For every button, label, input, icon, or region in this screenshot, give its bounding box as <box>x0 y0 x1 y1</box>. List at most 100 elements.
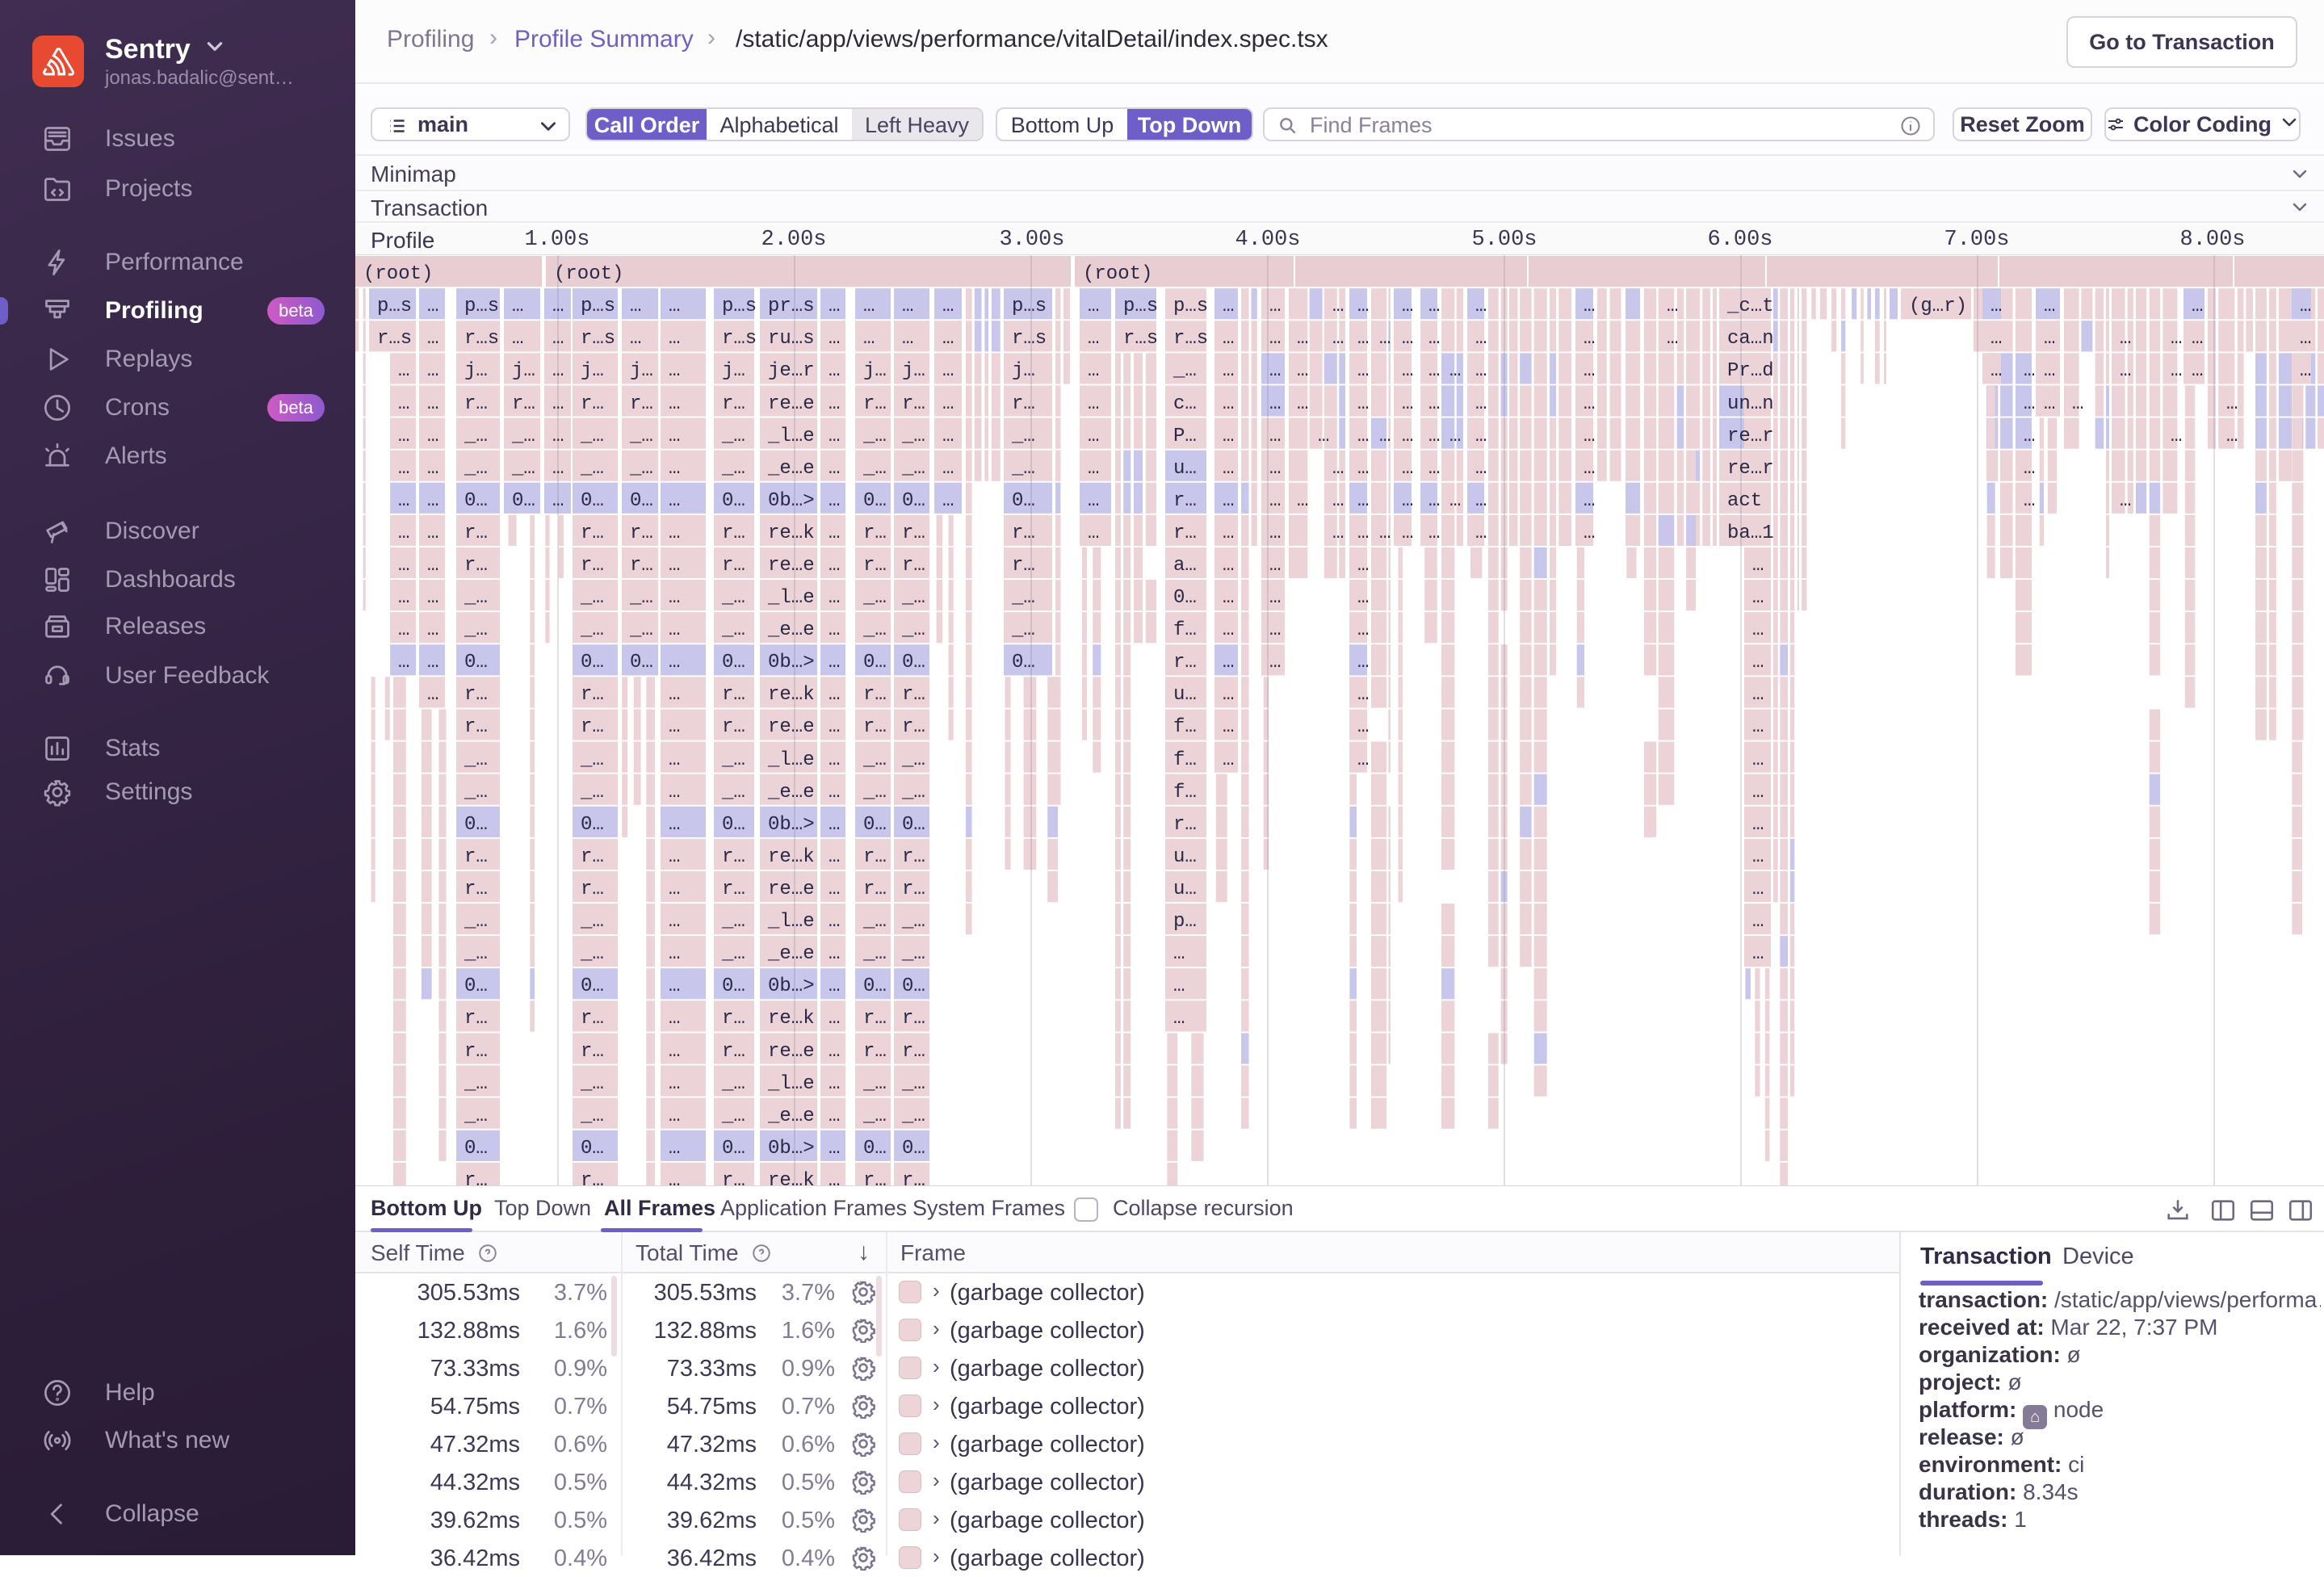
svg-text:…: … <box>1379 522 1391 544</box>
svg-text:…: … <box>1428 522 1440 544</box>
svg-text:p…s: p…s <box>377 296 412 317</box>
svg-text:f…: f… <box>1173 749 1197 771</box>
svg-text:0…: 0… <box>902 814 925 836</box>
svg-text:r…: r… <box>464 555 488 577</box>
svg-text:…: … <box>669 879 680 900</box>
svg-text:_…: _… <box>580 1073 604 1095</box>
svg-text:…: … <box>1357 328 1369 350</box>
svg-text:r…: r… <box>464 1008 488 1030</box>
svg-text:_…: _… <box>580 782 604 803</box>
svg-text:re…e: re…e <box>768 555 815 577</box>
svg-text:…: … <box>863 328 875 350</box>
svg-text:…: … <box>1667 328 1678 350</box>
svg-text:…: … <box>1223 749 1234 771</box>
svg-text:…: … <box>427 652 438 673</box>
svg-text:r…: r… <box>1012 522 1035 544</box>
svg-text:r…: r… <box>863 1170 887 1185</box>
svg-text:u…: u… <box>1173 846 1197 868</box>
svg-text:…: … <box>427 393 438 415</box>
svg-text:0…: 0… <box>863 975 887 997</box>
svg-text:r…s: r…s <box>722 328 757 350</box>
svg-text:…: … <box>552 296 564 317</box>
svg-text:…: … <box>669 458 680 480</box>
svg-text:…: … <box>669 1008 680 1030</box>
svg-text:_…: _… <box>464 782 488 803</box>
svg-text:…: … <box>552 458 564 480</box>
svg-text:_…: _… <box>901 911 925 933</box>
svg-text:…: … <box>2192 296 2203 317</box>
svg-text:…: … <box>829 716 840 738</box>
svg-text:…: … <box>2192 360 2203 382</box>
svg-text:…: … <box>829 782 840 803</box>
svg-text:…: … <box>829 1041 840 1063</box>
svg-text:j…: j… <box>581 360 604 382</box>
svg-text:r…: r… <box>722 1008 745 1030</box>
svg-text:_…: _… <box>1172 360 1197 382</box>
svg-text:…: … <box>2024 458 2035 480</box>
svg-text:…: … <box>1357 490 1369 512</box>
svg-text:…: … <box>1088 522 1099 544</box>
svg-text:r…: r… <box>1173 652 1197 673</box>
svg-text:…: … <box>1223 522 1234 544</box>
svg-text:…: … <box>669 782 680 803</box>
svg-text:…: … <box>512 328 523 350</box>
svg-text:…: … <box>1449 426 1461 447</box>
svg-text:…: … <box>829 458 840 480</box>
svg-text:_…: _… <box>464 1105 488 1127</box>
svg-text:re…k: re…k <box>768 846 815 868</box>
svg-text:r…: r… <box>630 555 653 577</box>
svg-text:…: … <box>1088 360 1099 382</box>
svg-text:…: … <box>398 426 409 447</box>
svg-text:…: … <box>1752 879 1764 900</box>
svg-text:…: … <box>2226 426 2238 447</box>
svg-text:_l…e: _l…e <box>767 1073 815 1095</box>
svg-text:0…: 0… <box>581 975 604 997</box>
svg-text:…: … <box>1584 296 1595 317</box>
svg-text:r…: r… <box>581 716 604 738</box>
svg-text:…: … <box>829 684 840 706</box>
svg-text:r…: r… <box>722 555 745 577</box>
svg-text:…: … <box>552 360 564 382</box>
svg-text:re…k: re…k <box>768 1170 815 1185</box>
svg-text:…: … <box>398 393 409 415</box>
svg-text:…: … <box>1428 426 1440 447</box>
svg-text:…: … <box>1584 490 1595 512</box>
svg-text:r…: r… <box>902 555 925 577</box>
svg-text:…: … <box>1475 296 1487 317</box>
svg-text:…: … <box>1269 328 1281 350</box>
svg-text:…: … <box>1991 328 2002 350</box>
svg-text:…: … <box>1991 360 2002 382</box>
svg-text:…: … <box>2120 360 2131 382</box>
svg-text:…: … <box>2171 360 2182 382</box>
svg-text:0…: 0… <box>1012 652 1035 673</box>
svg-text:_…: _… <box>862 911 887 933</box>
svg-text:r…: r… <box>722 393 745 415</box>
svg-text:ca…n: ca…n <box>1727 328 1774 350</box>
svg-text:re…e: re…e <box>768 393 815 415</box>
svg-text:…: … <box>669 749 680 771</box>
svg-text:…: … <box>829 814 840 836</box>
svg-text:…: … <box>1475 458 1487 480</box>
svg-text:…: … <box>1332 522 1344 544</box>
svg-text:r…: r… <box>581 1041 604 1063</box>
svg-text:…: … <box>1667 296 1678 317</box>
svg-text:…: … <box>669 360 680 382</box>
svg-text:_…: _… <box>464 587 488 609</box>
svg-text:…: … <box>1223 684 1234 706</box>
svg-text:…: … <box>829 426 840 447</box>
svg-text:0…: 0… <box>581 490 604 512</box>
svg-text:…: … <box>1752 587 1764 609</box>
svg-text:…: … <box>2226 393 2238 415</box>
svg-text:_…: _… <box>580 749 604 771</box>
svg-text:…: … <box>1584 393 1595 415</box>
svg-text:r…: r… <box>722 879 745 900</box>
svg-text:f…: f… <box>1173 782 1197 803</box>
svg-text:…: … <box>1752 814 1764 836</box>
svg-text:p…s: p…s <box>581 296 615 317</box>
svg-text:…: … <box>552 328 564 350</box>
svg-text:r…s: r…s <box>464 328 499 350</box>
svg-text:…: … <box>829 360 840 382</box>
svg-text:r…: r… <box>863 1008 887 1030</box>
svg-text:r…: r… <box>722 846 745 868</box>
svg-text:…: … <box>829 1105 840 1127</box>
